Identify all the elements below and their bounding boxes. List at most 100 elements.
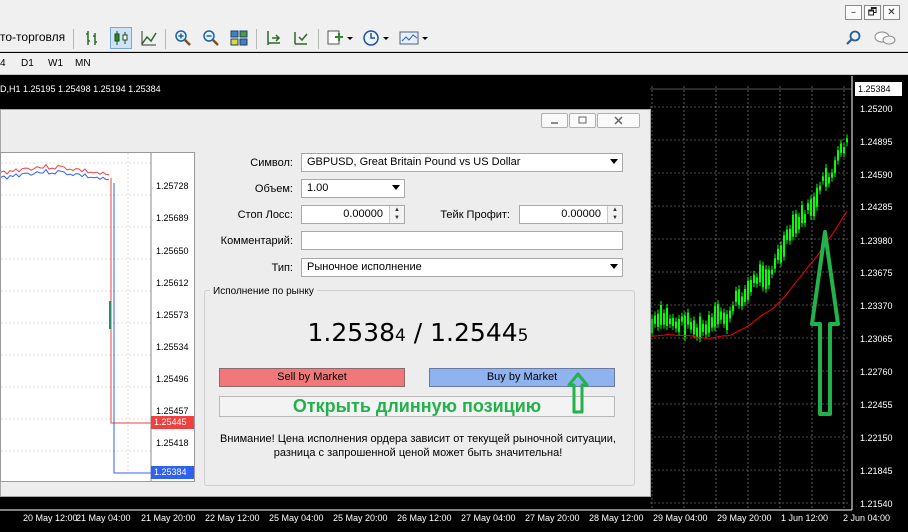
candlestick-icon[interactable] (110, 27, 132, 49)
candle-body (684, 315, 686, 338)
warning-line-1: Внимание! Цена исполнения ордера зависит… (220, 433, 616, 445)
stop-loss-input[interactable]: 0.00000 ▲ ▼ (301, 205, 405, 224)
dialog-minimize-button[interactable] (541, 113, 568, 128)
take-profit-stepper[interactable]: ▲ ▼ (607, 206, 622, 223)
candle-body (729, 310, 731, 319)
type-label: Тип: (271, 262, 293, 274)
line-chart-icon[interactable] (138, 27, 160, 49)
price-axis-label: 1.23370 (860, 301, 893, 311)
open-long-position-annotation: Открыть длинную позицию (219, 396, 615, 417)
time-axis-label: 26 May 12:00 (397, 513, 452, 523)
timeframe-w1[interactable]: W1 (48, 58, 63, 69)
candle-body (681, 316, 683, 322)
main-toolbar: то-торговля (0, 24, 908, 52)
candle-body (657, 313, 659, 327)
bar-chart-icon[interactable] (82, 27, 104, 49)
candle-body (741, 296, 743, 307)
candle-body (660, 304, 662, 325)
candle-body (723, 312, 725, 324)
price-axis-label: 1.24895 (860, 137, 893, 147)
dialog-close-button[interactable] (597, 113, 640, 128)
market-execution-title: Исполнение по рынку (210, 286, 317, 297)
candle-body (672, 317, 674, 327)
candle-body (762, 265, 764, 288)
tick-price-label: 1.25418 (156, 438, 189, 448)
candle-body (651, 318, 653, 333)
warning-line-2: разница с запрошенной ценой может быть з… (273, 447, 563, 459)
bid-last-digit: 4 (395, 326, 406, 346)
zoom-in-icon[interactable] (172, 27, 194, 49)
warning-text: Внимание! Цена исполнения ордера зависит… (210, 432, 626, 460)
templates-icon[interactable] (398, 27, 430, 49)
candle-body (798, 216, 800, 230)
minimize-icon (551, 122, 558, 124)
candle-body (732, 305, 734, 312)
restore-button[interactable]: 🗗 (864, 5, 881, 20)
candle-body (735, 290, 737, 303)
price-axis-label: 1.23980 (860, 236, 893, 246)
minimize-button[interactable]: – (845, 5, 862, 20)
tick-price-label: 1.25534 (156, 342, 189, 352)
candle-body (816, 187, 818, 207)
candle-body (837, 150, 839, 161)
indicators-icon[interactable] (325, 27, 355, 49)
tick-price-label: 1.25612 (156, 278, 189, 288)
comment-input[interactable] (301, 231, 623, 250)
candle-body (708, 314, 710, 333)
candle-body (810, 199, 812, 216)
bid-ask-quote: 1.25384 / 1.25445 (220, 318, 616, 347)
candle-body (669, 318, 671, 325)
search-icon[interactable] (843, 27, 865, 49)
candle-body (834, 160, 836, 174)
take-profit-input[interactable]: 0.00000 ▲ ▼ (519, 205, 623, 224)
periods-icon[interactable] (361, 27, 391, 49)
volume-select[interactable]: 1.00 (301, 179, 405, 198)
stop-loss-label: Стоп Лосс: (237, 209, 293, 221)
chevron-down-icon (610, 159, 618, 164)
symbol-select[interactable]: GBPUSD, Great Britain Pound vs US Dollar (301, 153, 623, 172)
close-icon (614, 116, 623, 125)
candle-body (693, 320, 695, 335)
time-axis-label: 1 Jun 12:00 (781, 513, 829, 523)
chat-icon[interactable] (872, 27, 898, 49)
candle-body (666, 307, 668, 326)
price-axis-label: 1.24285 (860, 202, 893, 212)
time-axis-label: 29 May 20:00 (717, 513, 772, 523)
candle-body (771, 269, 773, 275)
candle-body (846, 138, 848, 143)
candle-body (753, 274, 755, 284)
ask-price: 1.2544 (430, 318, 518, 347)
zoom-out-icon[interactable] (200, 27, 222, 49)
toolbar-divider (73, 29, 74, 49)
quote-separator: / (405, 318, 431, 347)
autotrading-button[interactable]: то-торговля (0, 30, 65, 44)
close-window-button[interactable]: ✕ (883, 5, 900, 20)
autoscroll-icon[interactable] (262, 27, 284, 49)
timeframe-mn[interactable]: MN (75, 58, 91, 69)
tile-windows-icon[interactable] (228, 27, 250, 49)
candle-body (678, 318, 680, 332)
candle-body (717, 304, 719, 325)
time-axis-label: 2 Jun 04:00 (843, 513, 891, 523)
time-axis-label: 22 May 12:00 (205, 513, 260, 523)
timeframe-h4[interactable]: 4 (0, 58, 6, 69)
up-arrow-icon (567, 372, 589, 414)
candle-body (819, 185, 821, 191)
chart-ohlc-header: D,H1 1.25195 1.25498 1.25194 1.25384 (0, 84, 161, 94)
candle-body (813, 196, 815, 217)
timeframes-bar: 4 D1 W1 MN (0, 53, 908, 75)
sell-by-market-button[interactable]: Sell by Market (219, 368, 405, 387)
type-value: Рыночное исполнение (307, 261, 422, 273)
dialog-maximize-button[interactable] (569, 113, 596, 128)
price-axis-label: 1.23065 (860, 334, 893, 344)
timeframe-d1[interactable]: D1 (21, 58, 34, 69)
candle-body (750, 280, 752, 292)
candle-body (777, 248, 779, 260)
chart-shift-icon[interactable] (290, 27, 312, 49)
price-axis-label: 1.22455 (860, 400, 893, 410)
chevron-down-icon (392, 185, 400, 190)
type-select[interactable]: Рыночное исполнение (301, 258, 623, 277)
bid-price: 1.2538 (307, 318, 395, 347)
candle-body (774, 258, 776, 269)
up-arrow-icon (810, 230, 840, 416)
